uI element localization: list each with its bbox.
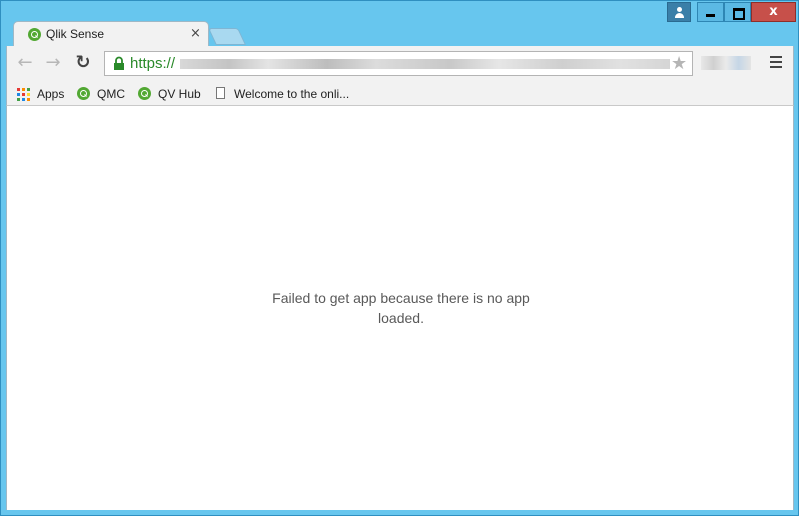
qlik-icon — [77, 87, 90, 105]
address-bar[interactable]: https:// ★ — [104, 51, 693, 76]
browser-toolbar: ← → ↻ https:// ★ — [6, 46, 794, 82]
error-message: Failed to get app because there is no ap… — [272, 290, 530, 326]
apps-grid-icon — [17, 88, 30, 101]
tab-title: Qlik Sense — [46, 27, 105, 41]
bookmarks-bar: Apps QMC QV Hub Welcome to the onli... — [6, 82, 794, 106]
close-window-button[interactable]: x — [751, 2, 796, 22]
url-scheme: https:// — [130, 55, 176, 72]
page-content: Failed to get app because there is no ap… — [6, 106, 794, 510]
bookmark-star-icon[interactable]: ★ — [671, 53, 687, 74]
minimize-icon — [706, 14, 715, 17]
user-icon — [677, 7, 682, 12]
maximize-button[interactable] — [724, 2, 751, 22]
hamburger-icon[interactable] — [770, 56, 782, 71]
back-button[interactable]: ← — [15, 53, 35, 73]
forward-button[interactable]: → — [43, 53, 63, 73]
page-icon — [216, 87, 225, 99]
tab-qlik-sense[interactable]: Qlik Sense × — [13, 21, 209, 47]
reload-button[interactable]: ↻ — [73, 53, 93, 73]
qlik-icon — [28, 28, 41, 46]
new-tab-button[interactable] — [208, 28, 246, 45]
lock-icon — [114, 56, 124, 70]
bookmark-label: Welcome to the onli... — [234, 87, 350, 101]
bookmark-label: QV Hub — [158, 87, 201, 101]
url-redacted — [180, 59, 670, 69]
user-profile-button[interactable] — [667, 2, 691, 22]
qlik-icon — [138, 87, 151, 105]
close-icon: x — [769, 4, 778, 19]
tab-close-icon[interactable]: × — [190, 26, 201, 41]
maximize-icon — [733, 8, 745, 20]
browser-window: x Qlik Sense × ← → ↻ https:// ★ Apps QMC… — [0, 0, 799, 516]
extensions-area[interactable] — [701, 56, 751, 70]
bookmark-label: QMC — [97, 87, 125, 101]
bookmark-label: Apps — [37, 87, 65, 101]
minimize-button[interactable] — [697, 2, 724, 22]
